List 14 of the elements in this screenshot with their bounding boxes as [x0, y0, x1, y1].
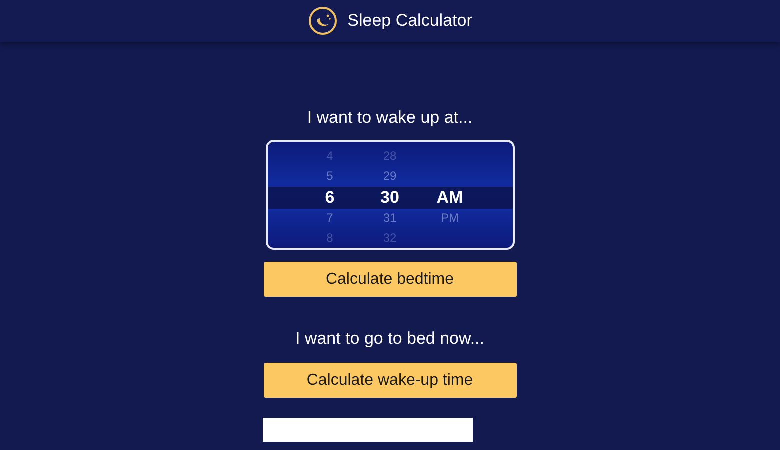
picker-option[interactable]: AM [436, 186, 464, 209]
picker-option[interactable]: 7 [326, 209, 334, 228]
app-title: Sleep Calculator [348, 11, 472, 31]
calculate-wake-up-button[interactable]: Calculate wake-up time [264, 363, 516, 398]
picker-option[interactable]: 31 [383, 209, 397, 228]
calculate-bedtime-button[interactable]: Calculate bedtime [264, 262, 516, 297]
picker-option[interactable]: 30 [380, 186, 400, 209]
moon-icon [308, 6, 338, 36]
picker-option[interactable]: PM [441, 209, 459, 228]
picker-option[interactable]: 5 [326, 166, 334, 186]
picker-option[interactable]: 29 [383, 166, 397, 186]
bed-prompt: I want to go to bed now... [295, 329, 485, 350]
wake-prompt: I want to wake up at... [307, 108, 473, 129]
picker-option[interactable]: 6 [325, 186, 335, 209]
